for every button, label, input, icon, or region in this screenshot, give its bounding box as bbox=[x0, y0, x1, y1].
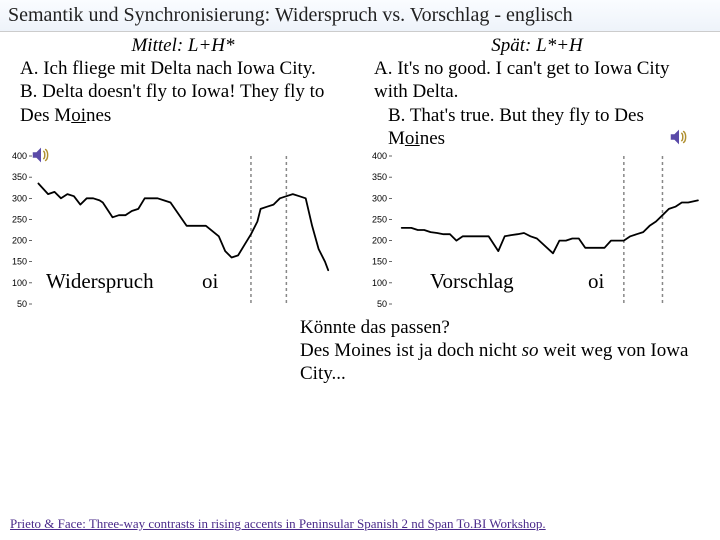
svg-text:100: 100 bbox=[372, 278, 387, 288]
left-column: Mittel: L+H* A. Ich fliege mit Delta nac… bbox=[10, 34, 356, 150]
svg-text:350: 350 bbox=[12, 172, 27, 182]
svg-text:200: 200 bbox=[12, 235, 27, 245]
bottom-comment: Könnte das passen? Des Moines ist ja doc… bbox=[0, 310, 720, 386]
svg-text:400: 400 bbox=[372, 152, 387, 161]
left-text-a: A. Ich fliege mit Delta nach Iowa City. bbox=[20, 57, 350, 80]
svg-text:50: 50 bbox=[377, 299, 387, 309]
right-accent-label: Spät: L*+H bbox=[364, 34, 710, 57]
svg-text:250: 250 bbox=[12, 214, 27, 224]
reference-link[interactable]: Prieto & Face: Three-way contrasts in ri… bbox=[10, 516, 546, 532]
right-column: Spät: L*+H A. It's no good. I can't get … bbox=[364, 34, 710, 150]
text-columns: Mittel: L+H* A. Ich fliege mit Delta nac… bbox=[0, 32, 720, 150]
speaker-icon[interactable] bbox=[668, 126, 690, 148]
left-chart-caption: Widerspruch bbox=[46, 269, 154, 294]
svg-text:400: 400 bbox=[12, 152, 27, 161]
left-oi-label: oi bbox=[202, 269, 218, 294]
right-chart-box: 50 100 150 200 250 300 350 400 Vorschlag oi bbox=[360, 152, 720, 310]
svg-text:250: 250 bbox=[372, 214, 387, 224]
right-chart-caption: Vorschlag bbox=[430, 269, 514, 294]
right-text-a: A. It's no good. I can't get to Iowa Cit… bbox=[374, 57, 704, 103]
svg-text:300: 300 bbox=[12, 193, 27, 203]
svg-text:300: 300 bbox=[372, 193, 387, 203]
left-chart-box: 50 100 150 200 250 300 350 400 Widerspruch oi bbox=[0, 152, 360, 310]
page-title: Semantik und Synchronisierung: Widerspru… bbox=[0, 0, 720, 32]
speaker-icon[interactable] bbox=[30, 144, 52, 166]
svg-text:150: 150 bbox=[372, 257, 387, 267]
svg-text:50: 50 bbox=[17, 299, 27, 309]
left-text-b: B. Delta doesn't fly to Iowa! They fly t… bbox=[20, 80, 350, 126]
right-chart: 50 100 150 200 250 300 350 400 bbox=[360, 152, 720, 310]
svg-text:350: 350 bbox=[372, 172, 387, 182]
charts-row: 50 100 150 200 250 300 350 400 Widerspruch oi 5… bbox=[0, 152, 720, 310]
svg-text:150: 150 bbox=[12, 257, 27, 267]
svg-text:100: 100 bbox=[12, 278, 27, 288]
right-text-b: B. That's true. But they fly to Des Moin… bbox=[374, 104, 704, 150]
right-oi-label: oi bbox=[588, 269, 604, 294]
svg-text:200: 200 bbox=[372, 235, 387, 245]
left-accent-label: Mittel: L+H* bbox=[10, 34, 356, 57]
